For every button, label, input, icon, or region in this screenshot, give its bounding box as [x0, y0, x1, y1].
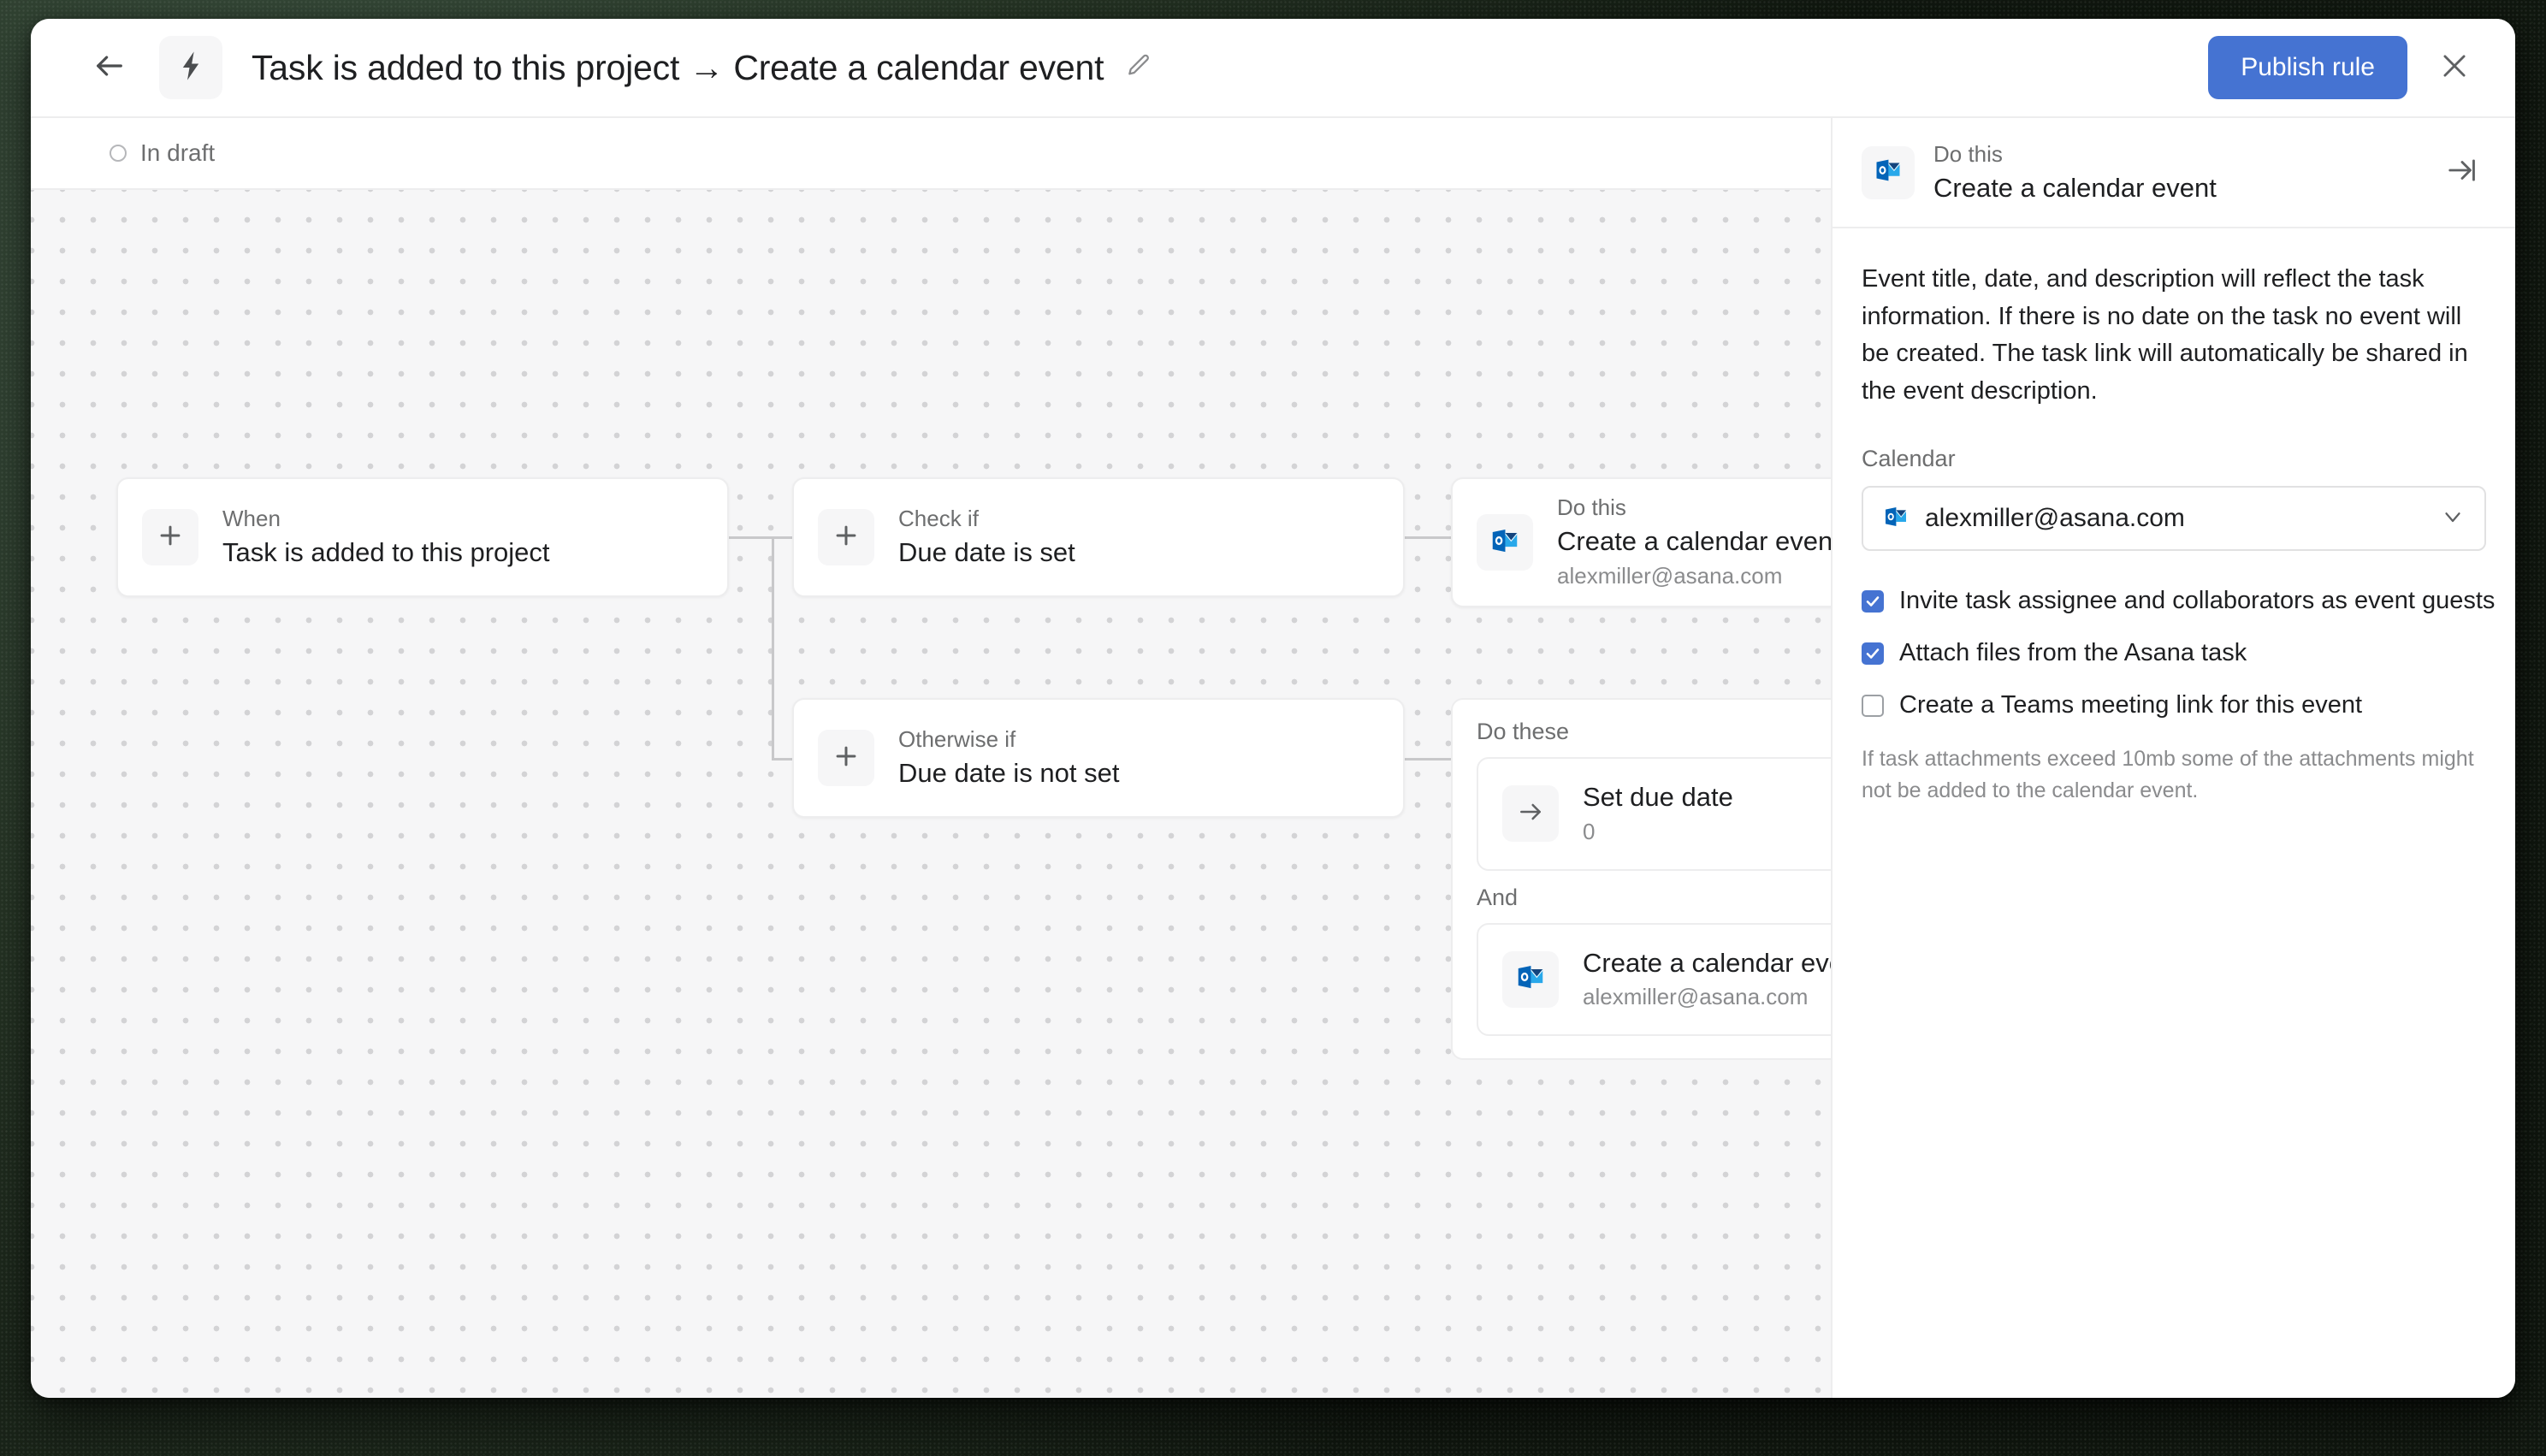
plus-icon [832, 742, 861, 775]
trigger-card[interactable]: When Task is added to this project [116, 477, 729, 597]
panel-header: Do this Create a calendar event [1833, 118, 2515, 229]
outlook-icon [1514, 961, 1547, 997]
action-card-body: Do this Create a calendar event alexmill… [1557, 494, 1831, 590]
arrow-left-icon [92, 49, 127, 87]
outlook-icon [1873, 155, 1904, 190]
action-group-and-label: And [1477, 884, 1519, 910]
plus-icon [156, 521, 185, 554]
publish-rule-button[interactable]: Publish rule [2208, 36, 2407, 99]
calendar-select[interactable]: alexmiller@asana.com [1862, 486, 2486, 552]
action-app-tile [1477, 514, 1533, 571]
condition-card-body: Otherwise if Due date is not set [898, 725, 1120, 790]
top-bar: Task is added to this project → Create a… [31, 19, 2515, 118]
option-invite-guests[interactable]: Invite task assignee and collaborators a… [1862, 587, 2495, 615]
panel-app-tile [1862, 145, 1915, 199]
action-card-set-due-date[interactable]: Set due date 0 [1477, 757, 1831, 871]
option-label: Attach files from the Asana task [1899, 639, 2247, 667]
status-bar: In draft [31, 118, 1831, 190]
action-card-do-this[interactable]: Do this Create a calendar event alexmill… [1451, 477, 1831, 607]
action-title: Set due date [1583, 782, 1733, 812]
panel-content: Event title, date, and description will … [1833, 228, 2515, 806]
action-group-do-these: Do these Set due date 0 And Create a cal… [1451, 698, 1831, 1061]
condition-card-check-if[interactable]: Check if Due date is set [792, 477, 1405, 597]
checkbox-icon[interactable] [1862, 694, 1884, 717]
option-attach-files[interactable]: Attach files from the Asana task [1862, 639, 2486, 667]
circle-outline-icon [110, 145, 127, 162]
action-card-body: Create a calendar event alexmiller@asana… [1583, 947, 1831, 1013]
panel-description: Event title, date, and description will … [1862, 265, 2468, 405]
panel-collapse-button[interactable] [2438, 149, 2486, 197]
rule-bolt-tile [159, 36, 222, 99]
action-title: Create a calendar event [1583, 947, 1831, 978]
action-details-panel: Do this Create a calendar event Event ti… [1831, 118, 2515, 1398]
status-badge: In draft [140, 139, 216, 166]
panel-header-body: Do this Create a calendar event [1933, 140, 2217, 204]
condition-add-tile[interactable] [818, 730, 874, 786]
checkbox-icon[interactable] [1862, 589, 1884, 613]
canvas-column: In draft When Task is added to this proj… [31, 118, 1831, 1398]
trigger-card-body: When Task is added to this project [222, 505, 550, 569]
collapse-right-icon [2446, 154, 2478, 191]
option-teams-meeting-link[interactable]: Create a Teams meeting link for this eve… [1862, 691, 2486, 719]
action-kicker: Do this [1557, 494, 1626, 521]
action-subtitle: alexmiller@asana.com [1583, 984, 1809, 1010]
outlook-icon [1882, 503, 1910, 535]
checkbox-icon[interactable] [1862, 642, 1884, 665]
outlook-icon [1489, 524, 1521, 561]
arrow-right-icon [1517, 798, 1544, 830]
action-group-label: Do these [1477, 719, 1570, 744]
calendar-field-label: Calendar [1862, 446, 1956, 472]
option-label: Invite task assignee and collaborators a… [1899, 587, 2496, 615]
close-button[interactable] [2428, 41, 2481, 94]
condition-card-body: Check if Due date is set [898, 505, 1075, 569]
trigger-title: Task is added to this project [222, 536, 550, 567]
rule-canvas[interactable]: When Task is added to this project Check… [31, 190, 1831, 1398]
action-card-body: Set due date 0 [1583, 781, 1733, 847]
condition-card-otherwise-if[interactable]: Otherwise if Due date is not set [792, 698, 1405, 818]
rule-builder-window: Task is added to this project → Create a… [31, 19, 2515, 1398]
condition-kicker: Check if [898, 506, 979, 532]
pencil-icon [1125, 52, 1152, 84]
condition-kicker: Otherwise if [898, 726, 1016, 753]
condition-title: Due date is not set [898, 757, 1120, 788]
panel-note: If task attachments exceed 10mb some of … [1862, 747, 2474, 802]
close-icon [2438, 50, 2471, 86]
top-bar-actions: Publish rule [2208, 36, 2481, 99]
plus-icon [832, 521, 861, 554]
action-app-tile [1502, 950, 1559, 1008]
trigger-kicker: When [222, 506, 281, 532]
panel-kicker: Do this [1933, 141, 2003, 167]
lightning-bolt-icon [174, 49, 208, 87]
back-button[interactable] [86, 44, 133, 92]
option-label: Create a Teams meeting link for this eve… [1899, 691, 2363, 719]
calendar-selected-value: alexmiller@asana.com [1925, 504, 2185, 533]
condition-add-tile[interactable] [818, 509, 874, 565]
action-subtitle: alexmiller@asana.com [1557, 562, 1783, 589]
action-arrow-tile [1502, 785, 1559, 843]
action-card-create-calendar-event[interactable]: Create a calendar event alexmiller@asana… [1477, 922, 1831, 1037]
condition-title: Due date is set [898, 536, 1075, 567]
edit-title-button[interactable] [1119, 48, 1158, 87]
page-title: Task is added to this project → Create a… [252, 47, 1104, 87]
action-subtitle: 0 [1583, 818, 1596, 844]
chevron-down-icon [2440, 504, 2466, 534]
action-title: Create a calendar event [1557, 525, 1831, 556]
window-body: In draft When Task is added to this proj… [31, 118, 2515, 1398]
panel-title: Create a calendar event [1933, 172, 2217, 203]
connector-fork-vertical [772, 536, 774, 761]
trigger-add-tile[interactable] [142, 509, 198, 565]
